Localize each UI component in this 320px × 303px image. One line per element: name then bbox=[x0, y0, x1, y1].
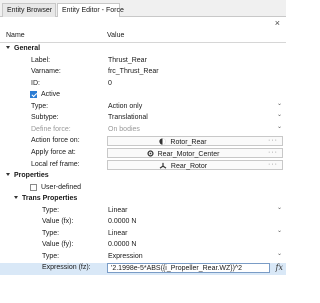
property-row[interactable]: Subtype: Translational ⌄ bbox=[0, 111, 286, 124]
picker-value: Rear_Motor_Center bbox=[157, 150, 220, 158]
property-row[interactable]: Label: Thrust_Rear bbox=[0, 56, 286, 67]
section-label: Properties bbox=[14, 172, 49, 180]
property-row[interactable]: Varname: frc_Thrust_Rear bbox=[0, 67, 286, 78]
chevron-down-icon[interactable]: ⌄ bbox=[277, 227, 282, 234]
browse-dots-icon[interactable]: ··· bbox=[268, 137, 278, 144]
expand-chevron-icon[interactable] bbox=[6, 173, 10, 177]
tab-entity-browser[interactable]: Entity Browser bbox=[2, 3, 56, 17]
property-label: Local ref frame: bbox=[31, 160, 80, 168]
expand-chevron-icon[interactable] bbox=[14, 196, 18, 200]
property-value[interactable]: Thrust_Rear bbox=[108, 57, 147, 64]
property-value[interactable]: 0.0000 N bbox=[108, 241, 136, 248]
dropdown-value[interactable]: Expression bbox=[108, 253, 143, 260]
subsection-label: Trans Properties bbox=[22, 195, 78, 203]
point-icon bbox=[146, 150, 154, 159]
checkbox-label: User-defined bbox=[41, 183, 82, 191]
body-icon bbox=[159, 138, 167, 147]
property-row[interactable]: Apply force at: Rear_Motor_Center ··· bbox=[0, 147, 286, 159]
expand-chevron-icon[interactable] bbox=[6, 46, 10, 49]
property-row[interactable]: Type: Linear ⌄ bbox=[0, 227, 286, 240]
property-label: ID: bbox=[31, 79, 40, 87]
property-row[interactable]: Type: Action only ⌄ bbox=[0, 100, 286, 113]
property-label: Value (fy): bbox=[42, 241, 74, 249]
property-label: Apply force at: bbox=[31, 148, 76, 156]
expression-text: '2.1998e-5*ABS({i_Propeller_Rear.WZ})^2 bbox=[111, 265, 243, 273]
property-row[interactable]: Value (fy): 0.0000 N bbox=[0, 240, 286, 251]
column-header: Name Value bbox=[0, 29, 286, 43]
property-value[interactable]: 0.0000 N bbox=[108, 218, 136, 225]
browse-dots-icon[interactable]: ··· bbox=[268, 149, 278, 156]
tab-bar: Entity Browser Entity Editor - Force bbox=[0, 0, 286, 18]
column-header-value[interactable]: Value bbox=[107, 32, 124, 39]
subsection-row[interactable]: Trans Properties bbox=[0, 194, 286, 205]
property-row[interactable]: Action force on: Rotor_Rear ··· bbox=[0, 136, 286, 147]
checkbox-label: Active bbox=[41, 91, 61, 99]
chevron-down-icon[interactable]: ⌄ bbox=[277, 204, 282, 211]
chevron-down-icon[interactable]: ⌄ bbox=[277, 100, 282, 107]
property-label: Type: bbox=[31, 102, 49, 110]
entity-picker[interactable]: Rear_Motor_Center ··· bbox=[107, 147, 283, 159]
section-row[interactable]: General bbox=[0, 44, 286, 55]
browse-dots-icon[interactable]: ··· bbox=[268, 161, 278, 168]
property-label: Type: bbox=[42, 252, 60, 260]
property-row[interactable]: Define force: On bodies ⌄ bbox=[0, 123, 286, 136]
picker-value: Rear_Rotor bbox=[170, 162, 208, 170]
section-label: General bbox=[14, 45, 41, 52]
panel-toolbar: × bbox=[0, 17, 286, 29]
column-header-name[interactable]: Name bbox=[6, 32, 25, 39]
property-label: Type: bbox=[42, 206, 60, 214]
property-label: Expression (fz): bbox=[42, 264, 91, 272]
property-label: Define force: bbox=[31, 125, 71, 133]
picker-value: Rotor_Rear bbox=[170, 139, 207, 147]
property-row[interactable]: Expression (fz): '2.1998e-5*ABS({i_Propel… bbox=[0, 263, 286, 275]
property-value[interactable]: frc_Thrust_Rear bbox=[108, 68, 159, 75]
property-value[interactable]: 0 bbox=[108, 80, 112, 87]
dropdown-value[interactable]: Translational bbox=[108, 114, 148, 121]
property-row[interactable]: Value (fx): 0.0000 N bbox=[0, 217, 286, 228]
chevron-down-icon[interactable]: ⌄ bbox=[277, 250, 282, 257]
chevron-down-icon[interactable]: ⌄ bbox=[277, 123, 282, 130]
entity-picker[interactable]: Rear_Rotor ··· bbox=[107, 159, 283, 171]
property-label: Subtype: bbox=[31, 114, 59, 122]
property-row[interactable]: User-defined bbox=[0, 183, 286, 194]
chevron-down-icon[interactable]: ⌄ bbox=[277, 111, 282, 118]
checkbox[interactable] bbox=[30, 91, 37, 99]
fx-button[interactable]: fx bbox=[276, 263, 283, 272]
section-row[interactable]: Properties bbox=[0, 171, 286, 182]
property-label: Action force on: bbox=[31, 137, 80, 145]
property-label: Varname: bbox=[31, 68, 61, 76]
property-row[interactable]: ID: 0 bbox=[0, 79, 286, 90]
dropdown-value[interactable]: Linear bbox=[108, 207, 127, 214]
close-icon[interactable]: × bbox=[275, 18, 280, 28]
property-label: Type: bbox=[42, 229, 60, 237]
property-row[interactable]: Type: Expression ⌄ bbox=[0, 250, 286, 263]
entity-picker[interactable]: Rotor_Rear ··· bbox=[107, 136, 283, 147]
property-row[interactable]: Active bbox=[0, 90, 286, 101]
dropdown-value[interactable]: Linear bbox=[108, 230, 127, 237]
property-row[interactable]: Local ref frame: Rear_Rotor ··· bbox=[0, 159, 286, 171]
dropdown-value[interactable]: On bodies bbox=[108, 126, 140, 133]
property-label: Label: bbox=[31, 56, 51, 64]
expression-input[interactable]: '2.1998e-5*ABS({i_Propeller_Rear.WZ})^2 bbox=[107, 263, 270, 274]
dropdown-value[interactable]: Action only bbox=[108, 103, 142, 110]
property-label: Value (fx): bbox=[42, 218, 74, 226]
property-row[interactable]: Type: Linear ⌄ bbox=[0, 204, 286, 217]
tab-entity-editor-force[interactable]: Entity Editor - Force bbox=[57, 3, 124, 18]
checkbox[interactable] bbox=[30, 183, 37, 191]
frame-icon bbox=[159, 162, 167, 171]
